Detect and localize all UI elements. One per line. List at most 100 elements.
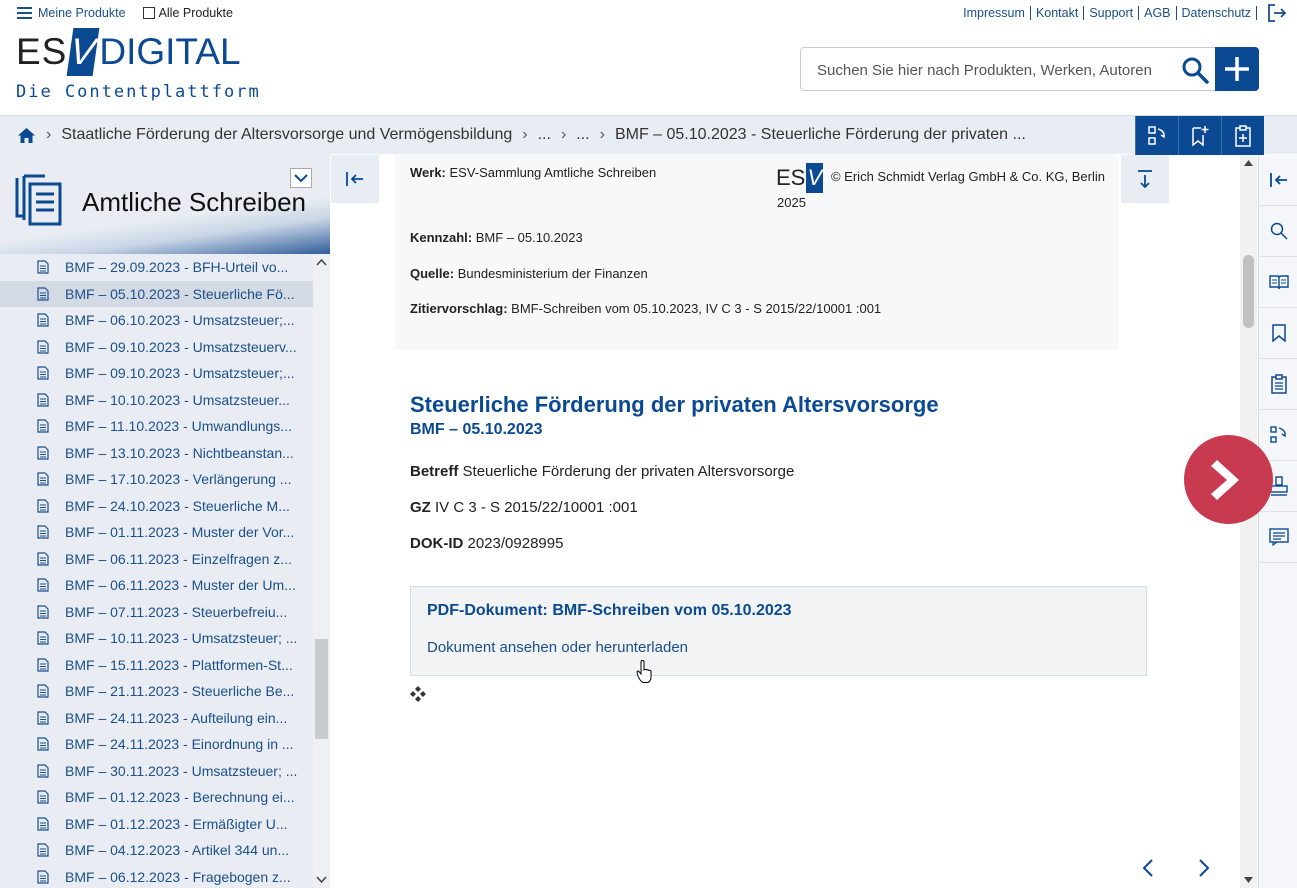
list-item[interactable]: BMF – 06.11.2023 - Einzelfragen z... (0, 546, 313, 573)
list-item[interactable]: BMF – 10.10.2023 - Umsatzsteuer... (0, 387, 313, 414)
list-item[interactable]: BMF – 06.11.2023 - Muster der Um... (0, 572, 313, 599)
sidebar-dropdown[interactable] (290, 168, 312, 188)
logout-icon[interactable] (1267, 4, 1287, 22)
notes-icon (1268, 528, 1289, 546)
list-item-label: BMF – 04.12.2023 - Artikel 344 un... (65, 842, 290, 859)
add-bookmark-button[interactable] (1178, 116, 1221, 155)
scroll-down-icon[interactable] (316, 876, 327, 884)
list-item-label: BMF – 10.11.2023 - Umsatzsteuer; ... (65, 630, 298, 647)
search-icon[interactable] (1181, 56, 1209, 84)
list-item-label: BMF – 06.11.2023 - Einzelfragen z... (65, 550, 292, 567)
list-item[interactable]: BMF – 06.12.2023 - Fragebogen z... (0, 864, 313, 888)
my-products-link[interactable]: Meine Produkte (38, 6, 126, 20)
scroll-up-icon[interactable] (1243, 159, 1254, 167)
agb-link[interactable]: AGB (1139, 6, 1177, 20)
footer-links: Impressum Kontakt Support AGB Datenschut… (958, 6, 1257, 20)
scroll-up-icon[interactable] (316, 258, 327, 266)
next-document-button[interactable] (1184, 435, 1273, 524)
clipboard-icon (1270, 374, 1287, 394)
pdf-download-link[interactable]: Dokument ansehen oder herunterladen (427, 639, 688, 656)
expand-panel-button[interactable] (1259, 155, 1297, 206)
copyright-text: © Erich Schmidt Verlag GmbH & Co. KG, Be… (830, 169, 1105, 185)
search-box[interactable]: Suchen Sie hier nach Produkten, Werken, … (800, 47, 1216, 91)
scroll-down-icon[interactable] (1243, 876, 1254, 884)
list-item[interactable]: BMF – 29.09.2023 - BFH-Urteil vo... (0, 254, 313, 281)
document-icon (37, 737, 49, 751)
meta-werk: Werk: ESV-Sammlung Amtliche Schreiben (410, 165, 656, 180)
list-item[interactable]: BMF – 09.10.2023 - Umsatzsteuerv... (0, 334, 313, 361)
search-input[interactable]: Suchen Sie hier nach Produkten, Werken, … (817, 62, 1152, 79)
meta-kennzahl: Kennzahl: BMF – 05.10.2023 (410, 230, 583, 245)
list-item[interactable]: BMF – 24.11.2023 - Einordnung in ... (0, 731, 313, 758)
collapse-left-icon (1269, 173, 1287, 187)
document-icon (37, 287, 49, 301)
support-link[interactable]: Support (1084, 6, 1140, 20)
kontakt-link[interactable]: Kontakt (1031, 6, 1085, 20)
document-icon (37, 393, 49, 407)
list-item[interactable]: BMF – 04.12.2023 - Artikel 344 un... (0, 837, 313, 864)
document-icon (37, 631, 49, 645)
diamond-icon (410, 686, 426, 702)
rail-bookmark-button[interactable] (1259, 308, 1297, 359)
next-page-icon[interactable] (1197, 858, 1211, 878)
bookmark-icon (1271, 324, 1286, 342)
breadcrumb-item-2[interactable]: ... (538, 126, 551, 144)
list-item[interactable]: BMF – 01.12.2023 - Berechnung ei... (0, 784, 313, 811)
meta-kennzahl-value: BMF – 05.10.2023 (475, 230, 583, 245)
document-icon (37, 340, 49, 354)
document-icon (37, 578, 49, 592)
list-item[interactable]: BMF – 05.10.2023 - Steuerliche Fö... (0, 280, 313, 307)
content-scroll-thumb[interactable] (1243, 255, 1254, 328)
list-item[interactable]: BMF – 09.10.2023 - Umsatzsteuer;... (0, 360, 313, 387)
list-item[interactable]: BMF – 24.10.2023 - Steuerliche M... (0, 493, 313, 520)
list-item-label: BMF – 01.12.2023 - Berechnung ei... (65, 789, 295, 806)
esv-digital-logo[interactable]: ES V DIGITAL Die Contentplattform (16, 28, 261, 102)
sidebar-scroll-thumb[interactable] (315, 639, 328, 739)
meta-quelle: Quelle: Bundesministerium der Finanzen (410, 266, 648, 281)
collapse-meta-button[interactable] (1121, 155, 1169, 203)
list-item[interactable]: BMF – 24.11.2023 - Aufteilung ein... (0, 705, 313, 732)
logo-digital: DIGITAL (99, 31, 241, 72)
list-item-label: BMF – 24.10.2023 - Steuerliche M... (65, 497, 290, 514)
list-item[interactable]: BMF – 01.12.2023 - Ermäßigter U... (0, 811, 313, 838)
betreff-label: Betreff (410, 463, 459, 480)
rail-notes-button[interactable] (1259, 512, 1297, 563)
datenschutz-link[interactable]: Datenschutz (1177, 6, 1257, 20)
list-item[interactable]: BMF – 11.10.2023 - Umwandlungs... (0, 413, 313, 440)
document-icon (37, 366, 49, 380)
list-item[interactable]: BMF – 21.11.2023 - Steuerliche Be... (0, 678, 313, 705)
list-item[interactable]: BMF – 07.11.2023 - Steuerbefreiu... (0, 599, 313, 626)
list-item-label: BMF – 24.11.2023 - Einordnung in ... (65, 736, 294, 753)
document-icon (37, 605, 49, 619)
sidebar-scrollbar[interactable] (313, 254, 330, 888)
collapse-sidebar-button[interactable] (331, 155, 379, 203)
all-products-label[interactable]: Alle Produkte (159, 6, 233, 20)
list-item[interactable]: BMF – 06.10.2023 - Umsatzsteuer;... (0, 307, 313, 334)
history-button[interactable] (1135, 116, 1178, 155)
previous-page-icon[interactable] (1141, 858, 1155, 878)
rail-book-button[interactable] (1259, 257, 1297, 308)
list-item[interactable]: BMF – 10.11.2023 - Umsatzsteuer; ... (0, 625, 313, 652)
list-item-label: BMF – 06.11.2023 - Muster der Um... (65, 577, 296, 594)
add-clipboard-button[interactable] (1221, 116, 1264, 155)
list-item[interactable]: BMF – 30.11.2023 - Umsatzsteuer; ... (0, 758, 313, 785)
breadcrumb-item-3[interactable]: ... (576, 126, 589, 144)
list-item-label: BMF – 06.12.2023 - Fragebogen z... (65, 868, 291, 885)
hamburger-icon[interactable] (17, 7, 32, 19)
document-icon (37, 790, 49, 804)
rail-clipboard-button[interactable] (1259, 359, 1297, 410)
impressum-link[interactable]: Impressum (958, 6, 1031, 20)
list-item[interactable]: BMF – 17.10.2023 - Verlängerung ... (0, 466, 313, 493)
rail-search-button[interactable] (1259, 206, 1297, 257)
product-menu: Meine Produkte Alle Produkte (17, 6, 233, 20)
list-item[interactable]: BMF – 15.11.2023 - Plattformen-St... (0, 652, 313, 679)
all-products-checkbox[interactable] (142, 7, 155, 19)
list-item[interactable]: BMF – 13.10.2023 - Nichtbeanstan... (0, 440, 313, 467)
list-item-label: BMF – 09.10.2023 - Umsatzsteuer;... (65, 365, 295, 382)
document-list: BMF – 29.09.2023 - BFH-Urteil vo... BMF –… (0, 254, 313, 888)
list-item-label: BMF – 01.12.2023 - Ermäßigter U... (65, 815, 288, 832)
add-button[interactable] (1215, 47, 1259, 91)
home-icon[interactable] (17, 127, 36, 144)
breadcrumb-item-1[interactable]: Staatliche Förderung der Altersvorsorge … (61, 126, 512, 144)
list-item[interactable]: BMF – 01.11.2023 - Muster der Vor... (0, 519, 313, 546)
